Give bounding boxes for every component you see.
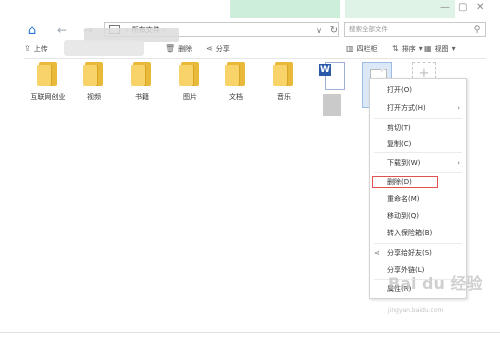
search-icon[interactable]: ⚲ bbox=[472, 25, 482, 35]
menu-label: 属性(R) bbox=[387, 285, 412, 293]
columns-label: 四栏柜 bbox=[356, 44, 378, 53]
menu-item-share-link[interactable]: 分享外链(L) bbox=[370, 263, 466, 277]
upload-icon: ⇪ bbox=[24, 44, 31, 53]
bottom-divider bbox=[0, 332, 500, 333]
search-placeholder: 搜索全部文件 bbox=[349, 25, 388, 33]
view-button[interactable]: ▦ 视图 ▾ bbox=[424, 42, 456, 55]
submenu-arrow-icon: › bbox=[457, 104, 460, 112]
word-file-item[interactable]: W bbox=[310, 62, 354, 116]
view-label: 视图 bbox=[434, 44, 449, 53]
chevron-down-icon: ▾ bbox=[451, 44, 456, 53]
menu-item-move-to[interactable]: 移动到(Q) bbox=[370, 209, 466, 223]
menu-item-download-to[interactable]: 下载到(W) › bbox=[370, 156, 466, 170]
folder-icon bbox=[179, 62, 201, 86]
share-icon: ⋖ bbox=[206, 44, 213, 53]
sort-label: 排序 bbox=[401, 44, 416, 53]
sort-button[interactable]: ⇅ 排序 ▾ bbox=[392, 42, 423, 55]
home-icon[interactable]: ⌂ bbox=[24, 22, 40, 38]
back-arrow-icon[interactable]: ← bbox=[56, 22, 68, 38]
upload-button[interactable]: ⇪ 上传 bbox=[24, 42, 48, 55]
menu-label: 剪切(T) bbox=[387, 124, 411, 132]
folder-item[interactable]: 图片 bbox=[168, 62, 212, 102]
menu-label: 下载到(W) bbox=[387, 159, 421, 167]
folder-label: 书籍 bbox=[135, 93, 149, 101]
sort-icon: ⇅ bbox=[392, 44, 399, 53]
folder-icon bbox=[273, 62, 295, 86]
menu-divider bbox=[374, 243, 462, 244]
share-icon: ⋖ bbox=[374, 249, 380, 257]
delete-label: 删除 bbox=[178, 44, 193, 53]
menu-item-cut[interactable]: 剪切(T) bbox=[370, 121, 466, 135]
menu-item-copy[interactable]: 复制(C) bbox=[370, 137, 466, 151]
minimize-icon[interactable]: — bbox=[440, 2, 450, 13]
menu-label: 打开方式(H) bbox=[387, 104, 426, 112]
menu-divider bbox=[374, 118, 462, 119]
columns-icon: ▥ bbox=[346, 44, 354, 53]
chevron-down-icon: ▾ bbox=[418, 44, 423, 53]
trash-icon: 🗑 bbox=[165, 44, 176, 53]
close-icon[interactable]: ✕ bbox=[476, 2, 484, 13]
folder-icon bbox=[225, 62, 247, 86]
search-input[interactable]: 搜索全部文件 ⚲ bbox=[344, 22, 486, 37]
grid-icon: ▦ bbox=[424, 44, 432, 53]
maximize-icon[interactable]: ▢ bbox=[458, 2, 467, 13]
folder-item[interactable]: 文档 bbox=[214, 62, 258, 102]
blurred-region bbox=[64, 40, 144, 56]
toolbar: ⇪ 上传 🗑 删除 ⋖ 分享 ▥ 四栏柜 ⇅ 排序 ▾ ▦ 视图 ▾ bbox=[24, 28, 486, 56]
menu-divider bbox=[374, 172, 462, 173]
word-document-icon: W bbox=[319, 62, 345, 90]
watermark-subtext: jingyan.baidu.com bbox=[388, 307, 444, 314]
menu-label: 复制(C) bbox=[387, 140, 412, 148]
folder-icon bbox=[37, 62, 59, 86]
menu-label: 重命名(M) bbox=[387, 195, 420, 203]
upload-label: 上传 bbox=[33, 44, 48, 53]
folder-label: 互联网创业 bbox=[30, 93, 66, 101]
folder-item[interactable]: 视频 bbox=[72, 62, 116, 102]
blurred-title-area-2 bbox=[345, 0, 455, 18]
folder-label: 音乐 bbox=[277, 93, 291, 101]
menu-item-move-to-vault[interactable]: 转入保险箱(B) bbox=[370, 226, 466, 240]
folder-label: 图片 bbox=[183, 93, 197, 101]
folder-label: 视频 bbox=[87, 93, 101, 101]
columns-view-button[interactable]: ▥ 四栏柜 bbox=[346, 42, 378, 55]
menu-divider bbox=[374, 152, 462, 153]
menu-item-rename[interactable]: 重命名(M) bbox=[370, 192, 466, 206]
menu-item-properties[interactable]: 属性(R) bbox=[370, 282, 466, 296]
share-label: 分享 bbox=[215, 44, 230, 53]
share-button[interactable]: ⋖ 分享 bbox=[206, 42, 230, 55]
menu-label: 分享给好友(S) bbox=[387, 249, 432, 257]
menu-divider bbox=[374, 279, 462, 280]
folder-icon bbox=[83, 62, 105, 86]
menu-item-open[interactable]: 打开(O) bbox=[370, 83, 466, 97]
menu-item-share-friend[interactable]: ⋖ 分享给好友(S) bbox=[370, 246, 466, 260]
menu-item-open-with[interactable]: 打开方式(H) › bbox=[370, 101, 466, 115]
folder-item[interactable]: 音乐 bbox=[262, 62, 306, 102]
folder-item[interactable]: 互联网创业 bbox=[26, 62, 70, 102]
menu-item-delete[interactable]: 删除(D) bbox=[370, 175, 466, 189]
folder-item[interactable]: 书籍 bbox=[120, 62, 164, 102]
menu-label: 移动到(Q) bbox=[387, 212, 419, 220]
path-dropdown-icon[interactable]: ∨ bbox=[312, 23, 326, 37]
window-top-strip: — ▢ ✕ bbox=[0, 0, 500, 20]
menu-label: 打开(O) bbox=[387, 86, 412, 94]
blurred-title-area bbox=[230, 0, 340, 18]
menu-label: 转入保险箱(B) bbox=[387, 229, 433, 237]
folder-icon bbox=[131, 62, 153, 86]
menu-label: 分享外链(L) bbox=[387, 266, 425, 274]
blurred-filename bbox=[323, 94, 341, 116]
context-menu: 打开(O) 打开方式(H) › 剪切(T) 复制(C) 下载到(W) › 删除(… bbox=[369, 78, 467, 299]
refresh-icon[interactable]: ↻ bbox=[327, 23, 341, 37]
toolbar-divider bbox=[24, 58, 486, 59]
menu-label: 删除(D) bbox=[387, 178, 412, 186]
submenu-arrow-icon: › bbox=[457, 159, 460, 167]
delete-button[interactable]: 🗑 删除 bbox=[165, 42, 192, 55]
folder-label: 文档 bbox=[229, 93, 243, 101]
